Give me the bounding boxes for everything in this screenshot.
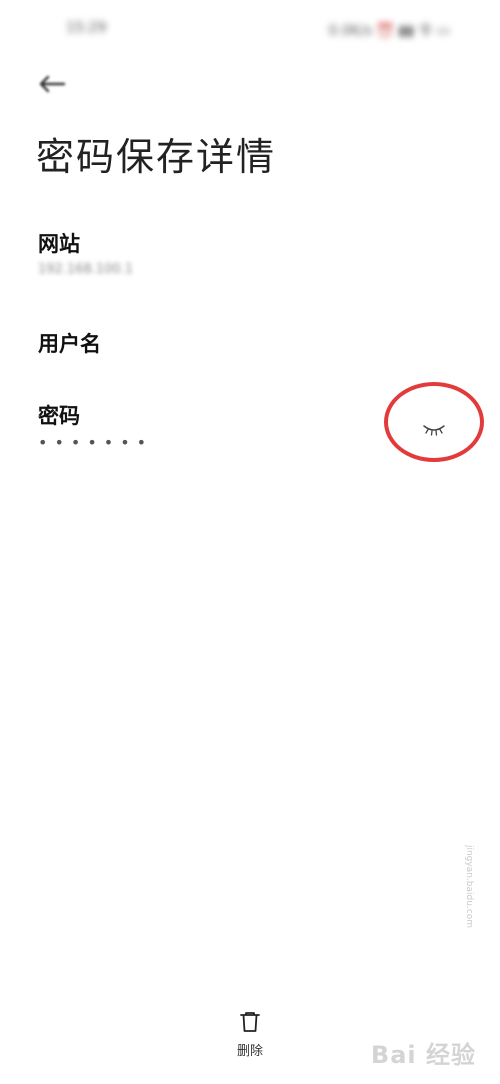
page-title: 密码保存详情 <box>36 135 277 179</box>
eye-closed-icon <box>423 425 445 436</box>
status-icons: 0.0K/s ⏰ ▮▮ 令 ▭ <box>328 23 450 39</box>
password-label: 密码 <box>38 404 80 428</box>
show-password-toggle[interactable] <box>414 418 454 442</box>
delete-label: 删除 <box>236 1044 263 1059</box>
password-value: ••••••• <box>38 433 154 452</box>
watermark-url: jingyan.baidu.com <box>464 844 474 928</box>
watermark: Bai 经验 <box>370 1041 476 1069</box>
website-label: 网站 <box>38 232 80 256</box>
website-value: 192.168.100.1 <box>38 262 134 277</box>
username-label: 用户名 <box>38 332 101 356</box>
trash-icon <box>240 1012 260 1032</box>
status-bar: 15:29 0.0K/s ⏰ ▮▮ 令 ▭ <box>0 0 500 60</box>
delete-button[interactable]: 删除 <box>224 1010 276 1066</box>
back-button[interactable] <box>30 62 74 106</box>
arrow-left-icon <box>39 75 66 93</box>
status-time: 15:29 <box>66 20 107 36</box>
